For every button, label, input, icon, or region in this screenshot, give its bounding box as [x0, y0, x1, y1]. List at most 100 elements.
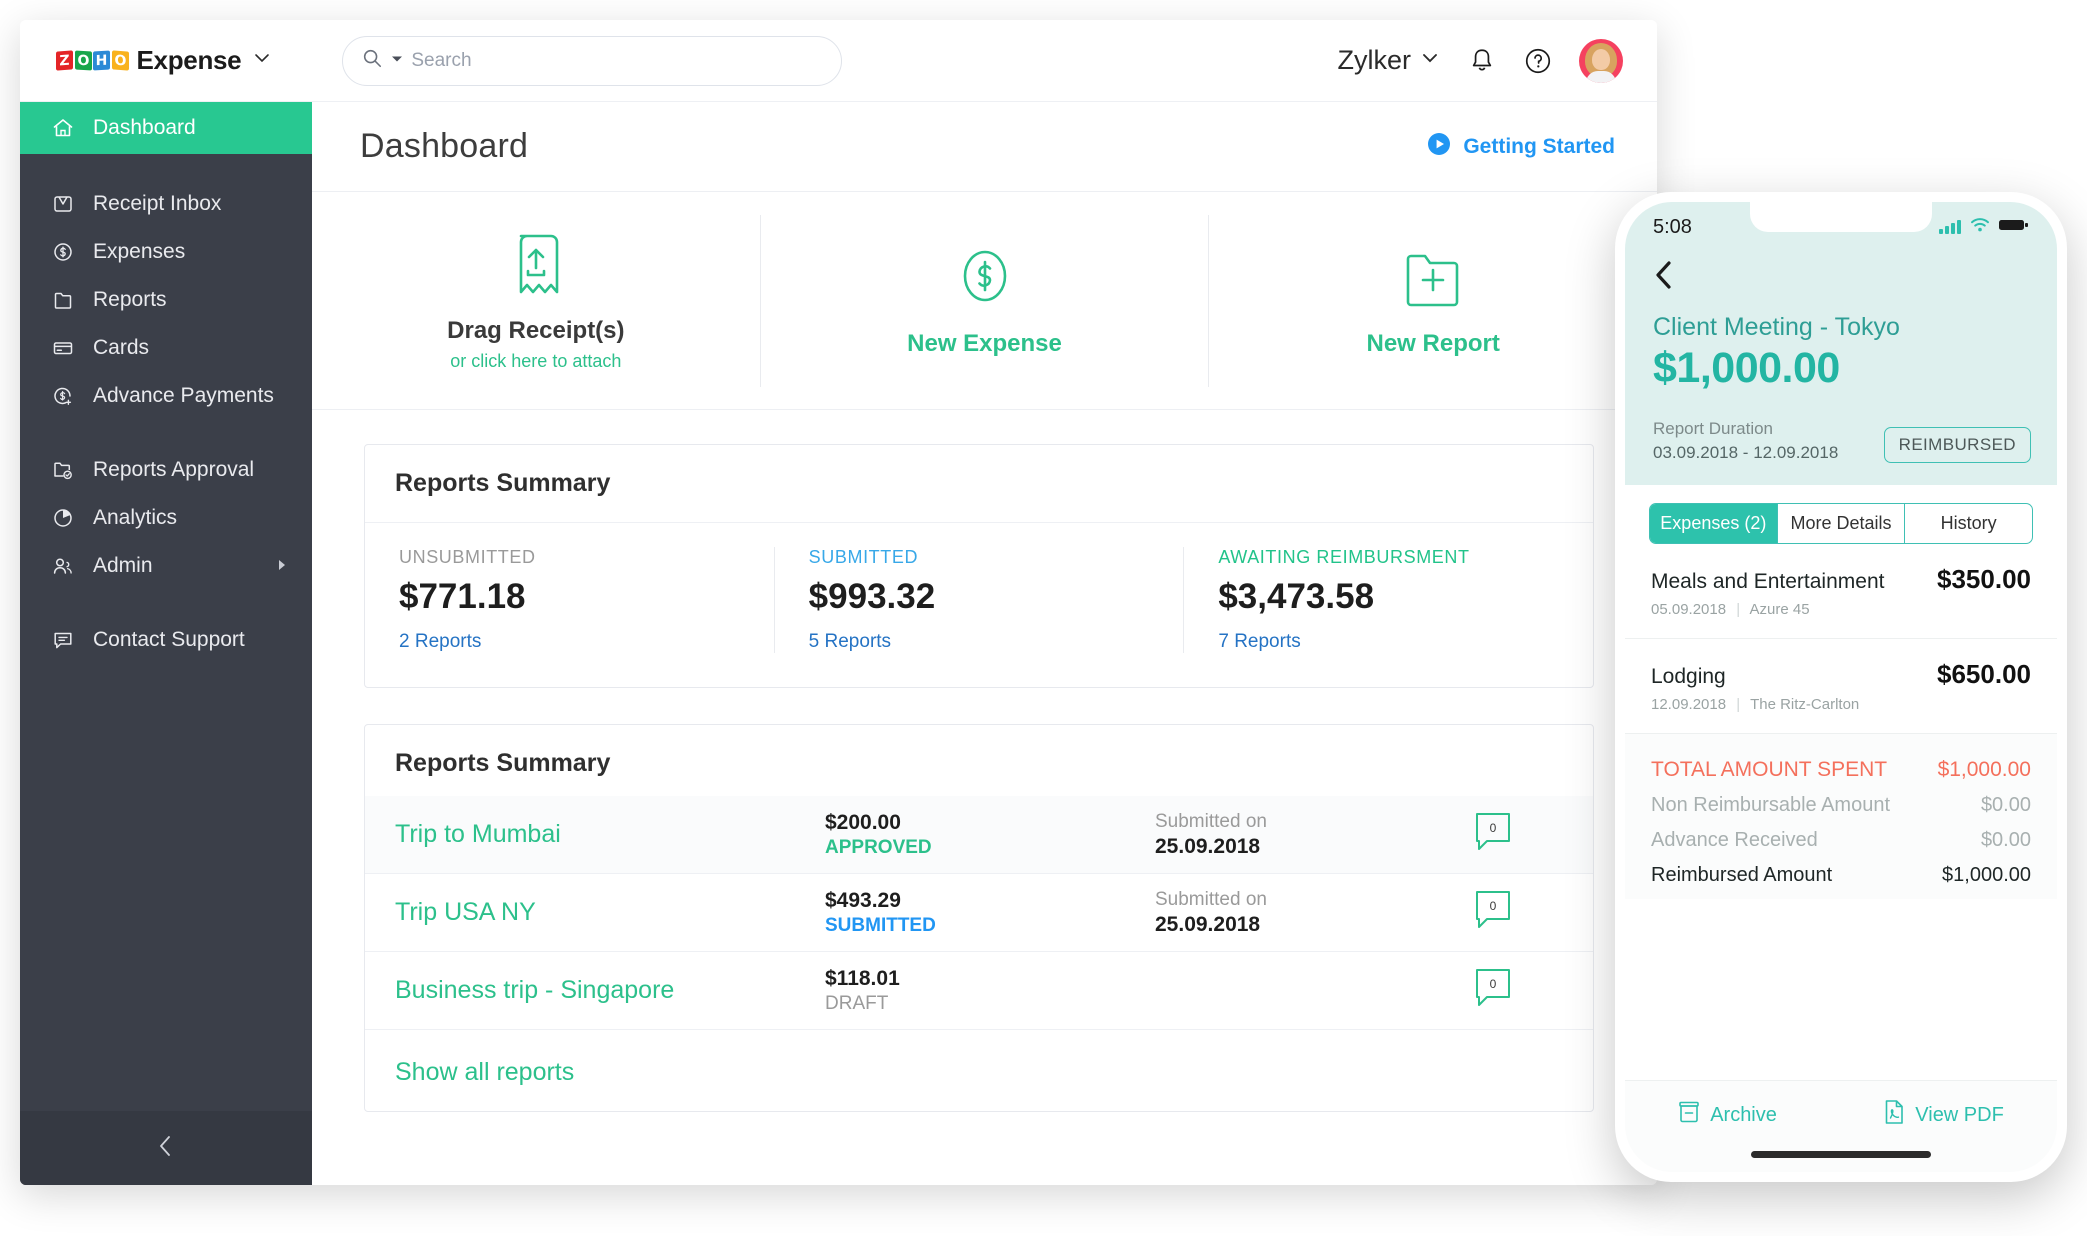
chevron-left-icon	[154, 1133, 178, 1164]
view-pdf-label: View PDF	[1915, 1103, 2004, 1126]
list-item[interactable]: Lodging $650.00 12.09.2018 | The Ritz-Ca…	[1625, 639, 2057, 734]
meta-separator: |	[1736, 601, 1741, 618]
report-name[interactable]: Business trip - Singapore	[395, 976, 825, 1005]
new-expense-action[interactable]: New Expense	[761, 214, 1210, 387]
total-value: $1,000.00	[1942, 864, 2031, 886]
report-amount: $493.29	[825, 888, 901, 912]
sidebar-item-reports[interactable]: Reports	[20, 276, 312, 324]
phone-action-bar: Archive View PDF	[1625, 1099, 2057, 1131]
play-circle-icon	[1426, 131, 1452, 163]
bell-icon[interactable]	[1467, 46, 1497, 76]
org-switcher[interactable]: Zylker	[1338, 45, 1442, 76]
reports-summary-title: Reports Summary	[365, 445, 1593, 523]
dollar-circle-icon	[50, 239, 76, 265]
pdf-icon	[1883, 1099, 1905, 1131]
sidebar-collapse-button[interactable]	[20, 1111, 312, 1185]
page-title: Dashboard	[360, 127, 529, 165]
report-amount-cell: $200.00 APPROVED	[825, 811, 1155, 859]
sidebar-item-admin[interactable]: Admin	[20, 542, 312, 590]
show-all-reports-link[interactable]: Show all reports	[365, 1030, 1593, 1111]
stat-unsubmitted: UNSUBMITTED $771.18 2 Reports	[365, 547, 775, 653]
tab-history[interactable]: History	[1905, 504, 2032, 543]
sidebar-item-label: Dashboard	[93, 116, 196, 139]
total-label: Reimbursed Amount	[1651, 864, 1833, 886]
home-icon	[50, 115, 76, 141]
view-pdf-button[interactable]: View PDF	[1883, 1099, 2004, 1131]
brand-logo[interactable]: Z O H O Expense	[56, 45, 272, 76]
sidebar-item-label: Expenses	[93, 240, 186, 263]
comment-count-icon[interactable]: 0	[1473, 889, 1513, 936]
quick-action-sub-label[interactable]: or click here to attach	[450, 351, 621, 372]
table-row[interactable]: Trip to Mumbai $200.00 APPROVED Submitte…	[365, 796, 1593, 874]
search-input[interactable]	[411, 49, 824, 72]
phone-duration-block: Report Duration 03.09.2018 - 12.09.2018	[1653, 419, 1838, 463]
report-amount: $118.01	[825, 966, 900, 990]
quick-actions-bar: Drag Receipt(s) or click here to attach …	[312, 192, 1657, 410]
avatar-face	[1592, 48, 1610, 70]
back-button[interactable]	[1625, 252, 2057, 297]
sidebar-item-expenses[interactable]: Expenses	[20, 228, 312, 276]
stat-label: UNSUBMITTED	[399, 547, 536, 567]
total-label: Advance Received	[1651, 829, 1818, 851]
sidebar-item-dashboard[interactable]: Dashboard	[20, 102, 312, 154]
search-icon	[361, 47, 383, 74]
stat-link[interactable]: 2 Reports	[399, 631, 740, 653]
table-row[interactable]: Trip USA NY $493.29 SUBMITTED Submitted …	[365, 874, 1593, 952]
table-row[interactable]: Business trip - Singapore $118.01 DRAFT …	[365, 952, 1593, 1030]
status-indicators	[1939, 217, 2029, 238]
sidebar-item-reports-approval[interactable]: Reports Approval	[20, 446, 312, 494]
search-bar[interactable]	[342, 35, 843, 86]
sidebar: Dashboard Receipt Inbox Expenses Reports…	[20, 102, 312, 1185]
comment-count-icon[interactable]: 0	[1473, 811, 1513, 858]
avatar[interactable]	[1579, 38, 1623, 83]
status-badge: DRAFT	[825, 992, 889, 1014]
new-report-action[interactable]: New Report	[1209, 215, 1657, 387]
chevron-down-icon[interactable]	[252, 48, 272, 73]
total-value: $0.00	[1980, 829, 2031, 851]
stat-link[interactable]: 5 Reports	[809, 631, 1150, 653]
desktop-app-window: Z O H O Expense Search Zylker Dashboard …	[20, 20, 1657, 1185]
sidebar-item-contact-support[interactable]: Contact Support	[20, 616, 312, 664]
sidebar-item-receipt-inbox[interactable]: Receipt Inbox	[20, 180, 312, 228]
tab-more-details[interactable]: More Details	[1778, 504, 1906, 543]
help-icon[interactable]	[1523, 46, 1553, 76]
sidebar-item-cards[interactable]: Cards	[20, 324, 312, 372]
comment-count-icon[interactable]: 0	[1473, 967, 1513, 1014]
sidebar-item-advance-payments[interactable]: Advance Payments	[20, 372, 312, 420]
reimbursed-amount-row: Reimbursed Amount $1,000.00	[1651, 858, 2031, 893]
sidebar-item-analytics[interactable]: Analytics	[20, 494, 312, 542]
report-name[interactable]: Trip USA NY	[395, 898, 825, 927]
quick-action-label: New Expense	[907, 330, 1062, 357]
drag-receipts-action[interactable]: Drag Receipt(s) or click here to attach	[312, 214, 761, 387]
list-item[interactable]: Meals and Entertainment $350.00 05.09.20…	[1625, 544, 2057, 639]
reports-list-title: Reports Summary	[395, 749, 611, 777]
chevron-down-icon[interactable]	[1419, 45, 1441, 76]
expense-name: Lodging	[1651, 665, 1726, 688]
card-icon	[50, 335, 76, 361]
search-dropdown-caret-icon[interactable]	[391, 52, 403, 70]
tab-expenses[interactable]: Expenses (2)	[1650, 504, 1778, 543]
report-date-cell: Submitted on 25.09.2018	[1155, 811, 1455, 859]
expense-date: 05.09.2018	[1651, 601, 1727, 618]
expense-amount: $650.00	[1937, 659, 2031, 689]
sidebar-item-label: Cards	[93, 336, 150, 359]
report-date: 25.09.2018	[1155, 834, 1261, 858]
expense-merchant: The Ritz-Carlton	[1750, 696, 1860, 713]
home-indicator[interactable]	[1751, 1151, 1931, 1158]
report-amount: $200.00	[825, 810, 901, 834]
archive-button[interactable]: Archive	[1678, 1100, 1777, 1130]
quick-action-label: Drag Receipt(s)	[447, 316, 625, 344]
getting-started-button[interactable]: Getting Started	[1426, 131, 1615, 163]
status-badge: SUBMITTED	[825, 914, 936, 936]
total-label: Non Reimbursable Amount	[1651, 794, 1891, 816]
duration-value: 03.09.2018 - 12.09.2018	[1653, 443, 1839, 462]
status-badge: APPROVED	[825, 836, 932, 858]
report-name[interactable]: Trip to Mumbai	[395, 820, 825, 849]
chevron-right-icon[interactable]	[276, 558, 288, 575]
expense-amount: $350.00	[1937, 564, 2031, 594]
total-value: $0.00	[1980, 794, 2031, 816]
zoho-tile-h: H	[93, 50, 110, 71]
svg-text:0: 0	[1490, 977, 1497, 991]
zoho-tile-z: Z	[56, 50, 73, 71]
stat-link[interactable]: 7 Reports	[1218, 631, 1559, 653]
